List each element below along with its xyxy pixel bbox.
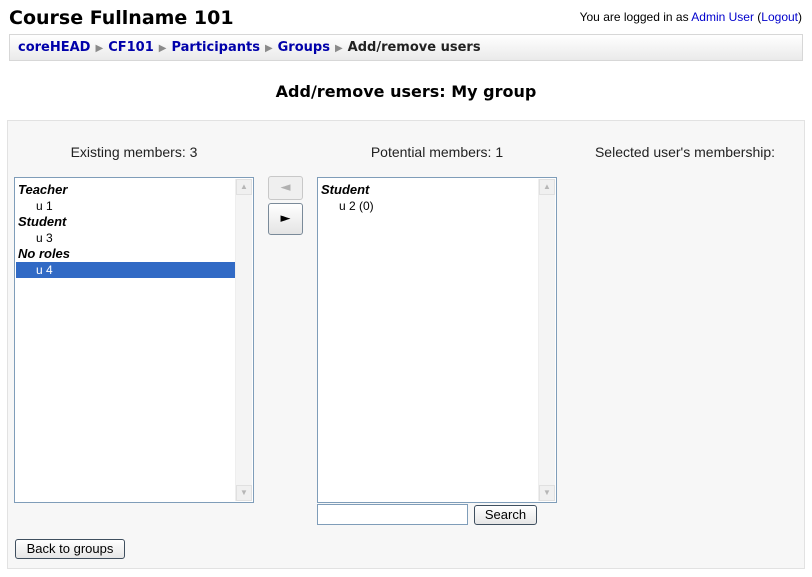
potential-list-scrollbar[interactable]: ▲ ▼: [538, 179, 555, 501]
optgroup-no-roles: No roles: [18, 246, 71, 261]
breadcrumb-course[interactable]: CF101: [108, 40, 154, 55]
logout-close: ): [798, 10, 802, 24]
breadcrumb-groups[interactable]: Groups: [278, 40, 330, 55]
breadcrumb-separator-icon: ▶: [334, 43, 343, 54]
member-option[interactable]: u 3: [16, 230, 235, 246]
remove-member-button[interactable]: ►: [268, 203, 303, 235]
potential-members-list[interactable]: Student u 2 (0) ▲ ▼: [317, 177, 557, 503]
breadcrumb-home[interactable]: coreHEAD: [18, 40, 90, 55]
scroll-down-icon[interactable]: ▼: [236, 485, 252, 501]
potential-members-label: Potential members: 1: [370, 144, 504, 160]
course-title: Course Fullname 101: [9, 7, 234, 29]
scroll-up-icon[interactable]: ▲: [236, 179, 252, 195]
back-to-groups-button[interactable]: Back to groups: [15, 539, 125, 559]
login-prefix: You are logged in as: [579, 10, 692, 24]
breadcrumb-separator-icon: ▶: [264, 43, 273, 54]
login-info: You are logged in as Admin User (Logout): [580, 10, 802, 24]
add-member-button[interactable]: ◄: [268, 176, 303, 200]
existing-members-list[interactable]: Teacher u 1 Student u 3 No roles u 4 ▲ ▼: [14, 177, 254, 503]
selected-membership-label: Selected user's membership:: [594, 144, 776, 160]
search-input[interactable]: [317, 504, 468, 525]
breadcrumb: coreHEAD ▶ CF101 ▶ Participants ▶ Groups ▶ Add/r…: [9, 34, 803, 61]
arrow-left-icon: ◄: [280, 180, 291, 195]
user-name-link[interactable]: Admin User: [691, 10, 754, 24]
optgroup-teacher: Teacher: [18, 182, 68, 197]
optgroup-student: Student: [321, 182, 370, 197]
existing-list-scrollbar[interactable]: ▲ ▼: [235, 179, 252, 501]
search-button[interactable]: Search: [474, 505, 537, 525]
member-option[interactable]: u 1: [16, 198, 235, 214]
arrow-right-icon: ►: [280, 211, 291, 226]
existing-members-label: Existing members: 3: [70, 144, 198, 160]
member-option-selected[interactable]: u 4: [16, 262, 235, 278]
optgroup-student: Student: [18, 214, 67, 229]
scroll-down-icon[interactable]: ▼: [539, 485, 555, 501]
logout-link[interactable]: Logout: [761, 10, 798, 24]
scroll-up-icon[interactable]: ▲: [539, 179, 555, 195]
breadcrumb-participants[interactable]: Participants: [171, 40, 259, 55]
breadcrumb-separator-icon: ▶: [95, 43, 104, 54]
member-option[interactable]: u 2 (0): [319, 198, 538, 214]
breadcrumb-current: Add/remove users: [347, 40, 481, 55]
page-title: Add/remove users: My group: [275, 82, 537, 101]
breadcrumb-separator-icon: ▶: [158, 43, 167, 54]
